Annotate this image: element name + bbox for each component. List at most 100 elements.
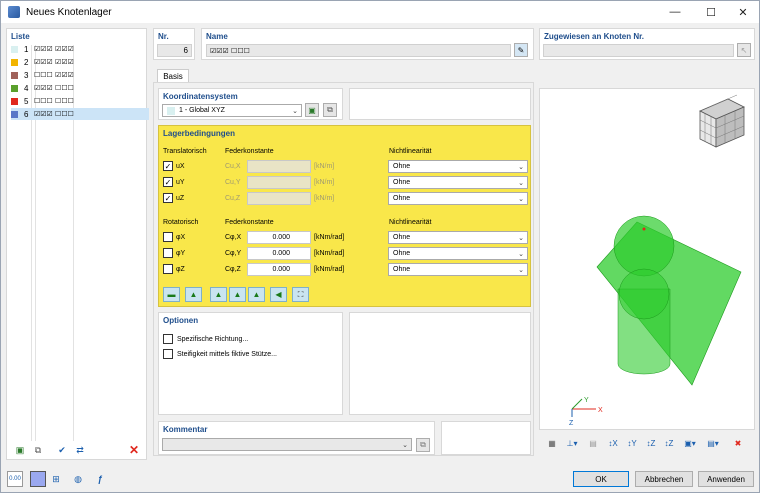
list-item[interactable]: 3 ☐☐☐ ☑☑☑ (11, 69, 149, 81)
edit-name-icon[interactable]: ✎ (514, 43, 528, 57)
new-item-icon[interactable]: ▣ (12, 442, 28, 458)
ux-nonlinearity-select[interactable]: Ohne ⌄ (388, 160, 528, 173)
uz-nonlinearity-select[interactable]: Ohne ⌄ (388, 192, 528, 205)
minimize-button[interactable]: — (659, 1, 691, 23)
fit-view-icon[interactable]: ⛶ (292, 287, 309, 302)
specific-direction-checkbox[interactable] (163, 334, 173, 344)
tab-basis[interactable]: Basis (157, 69, 189, 83)
view-x-icon[interactable]: ↕X (605, 436, 621, 450)
window-title: Neues Knotenlager (26, 6, 112, 18)
view-z-icon[interactable]: ↕Z (643, 436, 659, 450)
phiy-checkbox[interactable] (163, 248, 173, 258)
view-iso-icon[interactable]: ↕Z (661, 436, 677, 450)
cancel-button[interactable]: Abbrechen (635, 471, 693, 487)
blank-panel-comment (441, 421, 531, 455)
support-preview-graphic: X Y Z (569, 94, 745, 427)
fixed-support-icon[interactable]: ▲ (229, 287, 246, 302)
cphiy-spinner[interactable]: 0.000 (247, 247, 311, 260)
ux-checkbox[interactable]: ✓ (163, 161, 173, 171)
coord-panel: Koordinatensystem 1 - Global XYZ ⌄ ▣ ⧉ (158, 88, 343, 120)
comment-history-icon[interactable]: ⧉ (416, 438, 430, 452)
cphix-spinner[interactable]: 0.000 (247, 231, 311, 244)
view-y-icon[interactable]: ↕Y (624, 436, 640, 450)
formula-icon[interactable]: ƒ (92, 471, 108, 487)
fictitious-column-checkbox[interactable] (163, 349, 173, 359)
color-icon[interactable] (30, 471, 46, 487)
render-mode-icon[interactable]: ▦ (544, 436, 560, 450)
apply-button[interactable]: Anwenden (698, 471, 754, 487)
hinged-support-icon[interactable]: ▲ (185, 287, 202, 302)
comment-title: Kommentar (163, 425, 208, 434)
chevron-down-icon: ⌄ (518, 235, 524, 242)
pick-node-icon[interactable]: ↖ (737, 43, 751, 57)
list-item[interactable]: 4 ☑☑☑ ☐☐☐ (11, 82, 149, 94)
options-dropdown-icon[interactable]: ▤▾ (703, 436, 723, 450)
chevron-down-icon: ⌄ (402, 442, 408, 449)
uncheck-icon[interactable]: ⇄ (72, 442, 88, 458)
coord-select[interactable]: 1 - Global XYZ ⌄ (162, 104, 302, 117)
phix-nonlinearity-select[interactable]: Ohne ⌄ (388, 231, 528, 244)
nonlinearity-label: Nichtlinearität (389, 148, 432, 155)
phiz-checkbox[interactable] (163, 264, 173, 274)
assigned-label: Zugewiesen an Knoten Nr. (544, 32, 645, 41)
view-cube-icon[interactable] (699, 94, 745, 148)
blank-panel-options (349, 312, 531, 415)
comment-field[interactable]: ⌄ (162, 438, 412, 451)
translational-label: Translatorisch (163, 148, 207, 155)
uy-nonlinearity-select[interactable]: Ohne ⌄ (388, 176, 528, 189)
list-title: Liste (11, 32, 30, 41)
fixed-y-icon[interactable]: ▲ (248, 287, 265, 302)
axes-indicator: X Y Z (569, 397, 603, 427)
cuz-spinner[interactable] (247, 192, 311, 205)
list-panel: Liste 1 ☑☑☑ ☑☑☑ 2 ☑☑☑ ☑☑☑ 3 ☐☐☐ ☑☑☑ 4 ☑☑… (6, 28, 149, 460)
chevron-down-icon: ⌄ (518, 180, 524, 187)
cux-spinner[interactable] (247, 160, 311, 173)
app-icon (8, 6, 20, 18)
list-item-selected[interactable]: 6 ☑☑☑ ☐☐☐ (11, 108, 149, 120)
phiz-nonlinearity-select[interactable]: Ohne ⌄ (388, 263, 528, 276)
maximize-button[interactable]: ☐ (695, 1, 727, 23)
chevron-down-icon: ⌄ (518, 164, 524, 171)
list-item[interactable]: 1 ☑☑☑ ☑☑☑ (11, 43, 149, 55)
free-support-icon[interactable]: ▬ (163, 287, 180, 302)
cuy-spinner[interactable] (247, 176, 311, 189)
new-coord-icon[interactable]: ▣ (305, 103, 319, 117)
list-item[interactable]: 5 ☐☐☐ ☐☐☐ (11, 95, 149, 107)
axis-x-label: X (598, 407, 603, 414)
axes-dropdown-icon[interactable]: ⊥▾ (562, 436, 582, 450)
phiy-nonlinearity-select[interactable]: Ohne ⌄ (388, 247, 528, 260)
color-swatch (11, 110, 18, 118)
dialog-window: Neues Knotenlager — ☐ ✕ Liste 1 ☑☑☑ ☑☑☑ … (0, 0, 760, 493)
chevron-down-icon: ⌄ (518, 267, 524, 274)
phix-checkbox[interactable] (163, 232, 173, 242)
delete-icon[interactable]: ✕ (126, 442, 142, 458)
name-panel: Name ☑☑☑ ☐☐☐ ✎ (201, 28, 534, 60)
options-panel: Optionen Spezifische Richtung... Steifig… (158, 312, 343, 415)
hinged-rigid-icon[interactable]: ▲ (210, 287, 227, 302)
edit-coord-icon[interactable]: ⧉ (323, 103, 337, 117)
close-button[interactable]: ✕ (727, 1, 759, 23)
chevron-down-icon: ⌄ (518, 196, 524, 203)
check-all-icon[interactable]: ✔ (54, 442, 70, 458)
list-item[interactable]: 2 ☑☑☑ ☑☑☑ (11, 56, 149, 68)
nr-field[interactable]: 6 (157, 44, 192, 57)
roller-support-icon[interactable]: ◀ (270, 287, 287, 302)
units-icon[interactable]: 0.00 (7, 471, 23, 487)
reset-view-icon[interactable]: ✖ (730, 436, 746, 450)
cphiz-spinner[interactable]: 0.000 (247, 263, 311, 276)
copy-item-icon[interactable]: ⧉ (30, 442, 46, 458)
uy-checkbox[interactable]: ✓ (163, 177, 173, 187)
chevron-down-icon: ⌄ (518, 251, 524, 258)
assigned-field[interactable] (543, 44, 734, 57)
ok-button[interactable]: OK (573, 471, 629, 487)
globe-icon[interactable]: ◍ (70, 471, 86, 487)
hinge-sphere (613, 215, 675, 277)
spring-label-rot: Federkonstante (225, 219, 274, 226)
uz-checkbox[interactable]: ✓ (163, 193, 173, 203)
info-icon[interactable]: ▤ (585, 436, 601, 450)
display-dropdown-icon[interactable]: ▣▾ (680, 436, 700, 450)
preview-3d-panel[interactable]: X Y Z (539, 88, 755, 430)
fictitious-column-label: Steifigkeit mittels fiktive Stütze... (177, 351, 277, 358)
table-icon[interactable]: ⊞ (48, 471, 64, 487)
name-field[interactable]: ☑☑☑ ☐☐☐ (206, 44, 511, 57)
